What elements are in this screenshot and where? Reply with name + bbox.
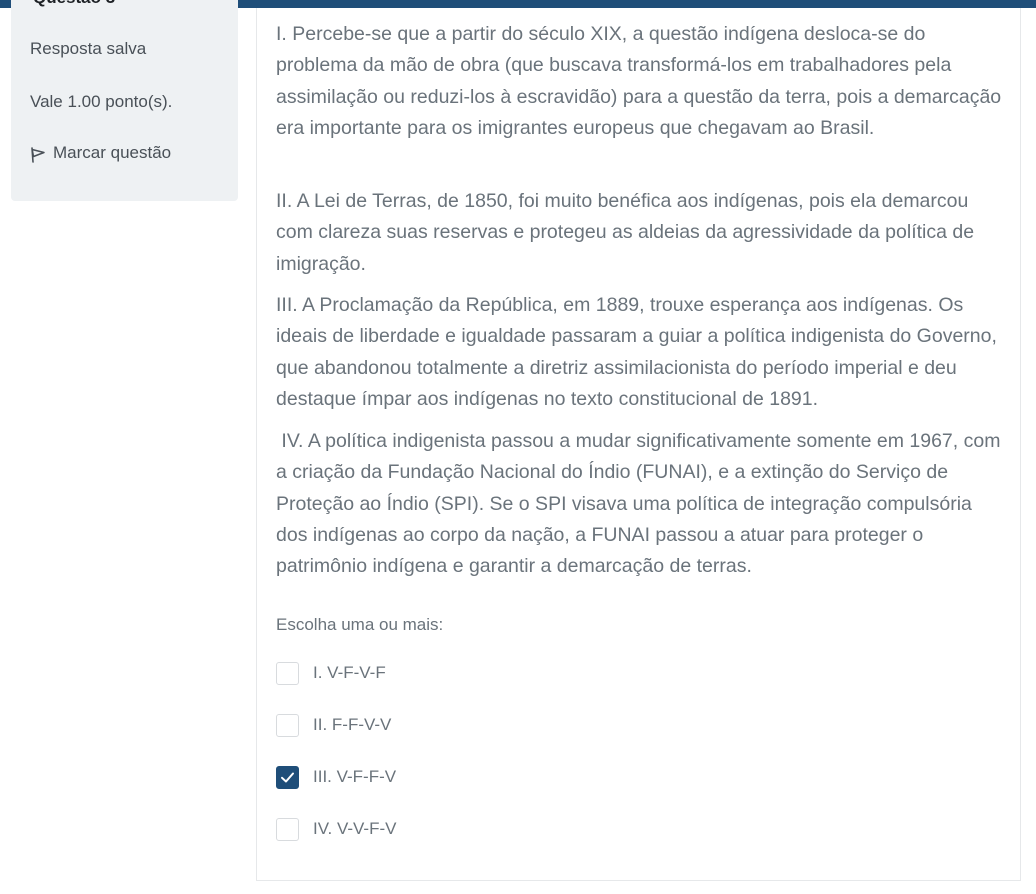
question-state: Resposta salva (30, 39, 147, 58)
checkbox-unchecked[interactable] (276, 817, 299, 841)
statement-4: IV. A política indigenista passou a muda… (276, 430, 1006, 578)
question-grade: Vale 1.00 ponto(s). (30, 92, 173, 111)
answer-option-label: I. V-F-V-F (313, 663, 386, 682)
answer-option-4[interactable]: IV. V-V-F-V (276, 816, 396, 842)
checkmark-icon (281, 772, 294, 782)
flag-icon (30, 147, 46, 163)
answer-option-2[interactable]: II. F-F-V-V (276, 712, 391, 738)
flag-question-label: Marcar questão (53, 143, 172, 162)
answer-option-label: III. V-F-F-V (313, 767, 397, 786)
flag-question-button[interactable]: Marcar questão (30, 143, 171, 163)
answer-option-3[interactable]: III. V-F-F-V (276, 764, 396, 790)
statement-1: I. Percebe-se que a partir do século XIX… (276, 23, 1002, 139)
question-info-panel: Questão 3 Resposta salva Vale 1.00 ponto… (11, 0, 238, 201)
question-number: Questão 3 (33, 0, 115, 8)
answer-option-label: II. F-F-V-V (313, 715, 392, 734)
answer-option-label: IV. V-V-F-V (313, 819, 397, 838)
checkbox-unchecked[interactable] (276, 713, 299, 737)
checkbox-checked[interactable] (276, 765, 299, 789)
answer-prompt: Escolha uma ou mais: (276, 615, 444, 634)
statement-2: II. A Lei de Terras, de 1850, foi muito … (276, 190, 975, 275)
statement-3: III. A Proclamação da República, em 1889… (276, 294, 997, 410)
answer-option-1[interactable]: I. V-F-V-F (276, 660, 386, 686)
checkbox-unchecked[interactable] (276, 661, 299, 685)
